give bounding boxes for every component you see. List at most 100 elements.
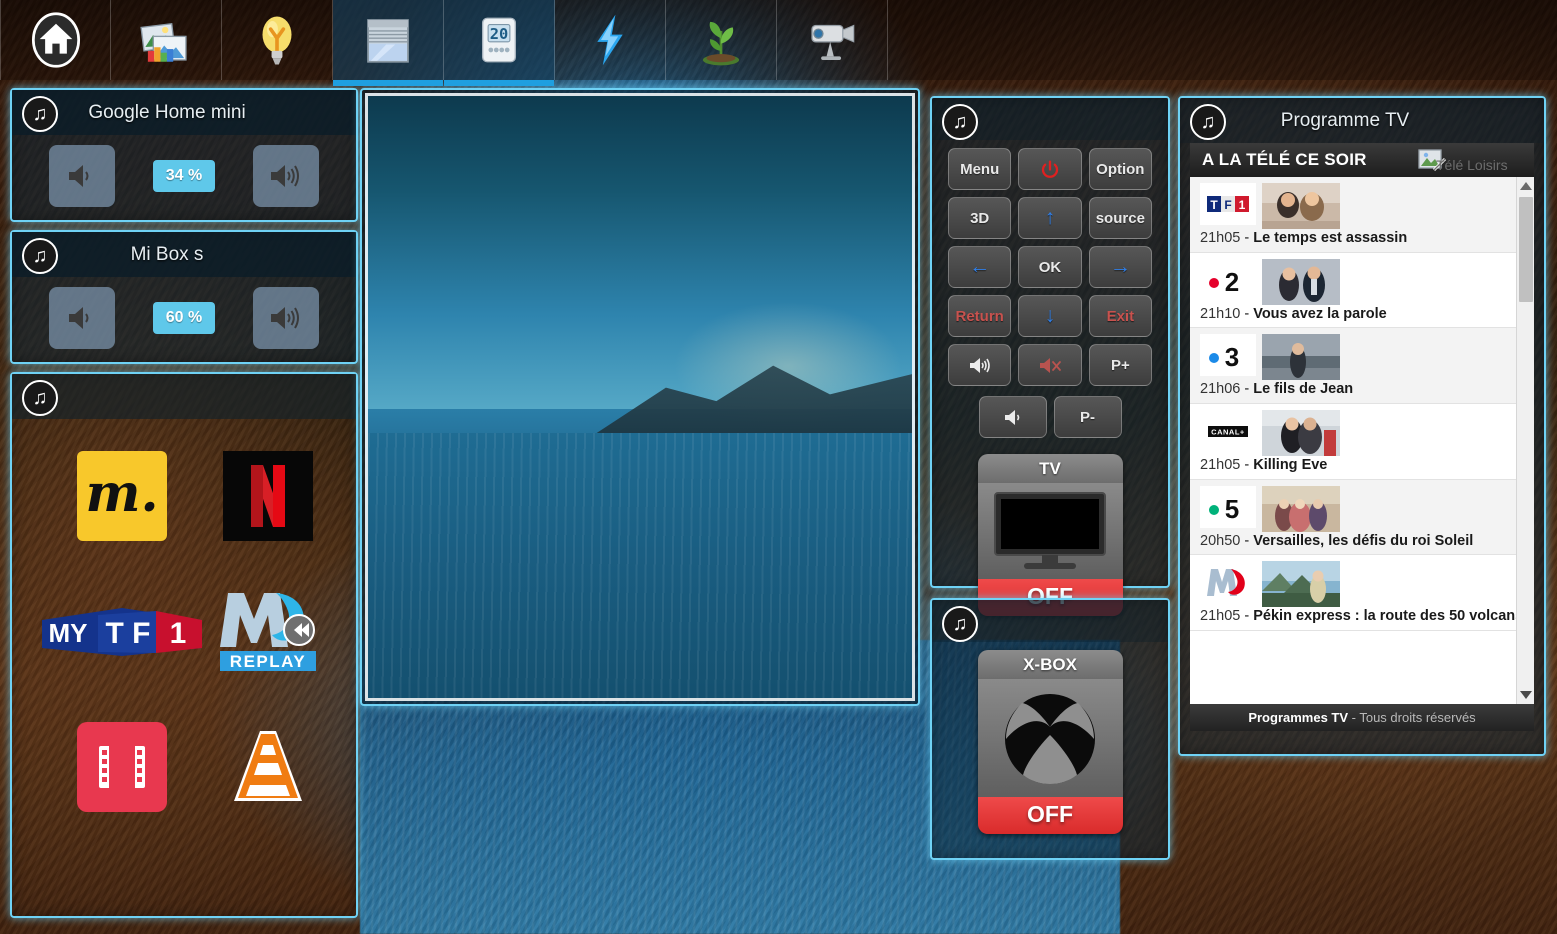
volume-up-button[interactable] xyxy=(253,145,320,207)
music-note-icon: ♫ xyxy=(22,96,58,132)
mute-icon xyxy=(1039,357,1061,373)
tv-guide-program-list[interactable]: T F 1 21h05 - Le temps est assassin 2 21… xyxy=(1190,177,1534,704)
volume-down-button[interactable] xyxy=(48,287,115,349)
france3-logo: 3 xyxy=(1200,334,1256,377)
volume-value-badge[interactable]: 60 % xyxy=(152,302,216,334)
speaker-title: Mi Box s xyxy=(130,243,204,265)
remote-button-grid: Menu Option 3D ↑ source ← OK → Return ↓ … xyxy=(932,140,1168,396)
arrow-up-button[interactable]: ↑ xyxy=(1018,197,1082,239)
program-title: Le fils de Jean xyxy=(1253,381,1354,398)
xbox-icon xyxy=(1005,694,1095,784)
program-line: 21h10 - Vous avez la parole xyxy=(1200,306,1524,323)
app-netflix[interactable] xyxy=(223,451,313,541)
plant-icon xyxy=(702,21,740,66)
nav-item-energy[interactable] xyxy=(555,0,666,80)
tv-guide-list-header-label: A LA TÉLÉ CE SOIR xyxy=(1202,150,1367,169)
scrollbar-thumb[interactable] xyxy=(1519,197,1533,302)
nav-item-heating[interactable]: 20 xyxy=(444,0,555,86)
nav-item-lighting[interactable] xyxy=(222,0,333,80)
program-row[interactable]: 5 20h50 - Versailles, les défis du roi S… xyxy=(1190,479,1534,556)
source-button[interactable]: source xyxy=(1088,197,1152,239)
channel-up-button[interactable]: P+ xyxy=(1088,344,1152,386)
m6-logo xyxy=(1200,561,1256,604)
arrow-left-button[interactable]: ← xyxy=(948,246,1012,288)
app-m6-replay[interactable]: REPLAY xyxy=(214,585,322,677)
speaker-title: Google Home mini xyxy=(88,101,246,123)
program-row[interactable]: T F 1 21h05 - Le temps est assassin xyxy=(1190,177,1534,253)
app-molotov[interactable]: m. xyxy=(77,451,167,541)
menu-button[interactable]: Menu xyxy=(948,148,1012,190)
svg-text:1: 1 xyxy=(1239,198,1246,212)
channel-down-button[interactable]: P- xyxy=(1053,396,1122,438)
remote-panel-header: ♫ xyxy=(932,98,1168,140)
program-line: 21h05 - Killing Eve xyxy=(1200,457,1524,474)
volume-controls: 60 % xyxy=(12,277,356,365)
nav-item-shutters[interactable] xyxy=(333,0,444,86)
scroll-down-arrow-icon[interactable] xyxy=(1520,691,1532,699)
home-icon xyxy=(31,12,80,68)
power-button[interactable] xyxy=(1018,148,1082,190)
xbox-panel: ♫ X-BOX OFF xyxy=(930,598,1170,860)
program-title: Versailles, les défis du roi Soleil xyxy=(1253,532,1474,549)
app-mytf1[interactable]: MY T F 1 xyxy=(38,604,206,658)
program-row[interactable]: CANAL+ 21h05 - Killing Eve xyxy=(1190,404,1534,480)
speaker-panel-header: ♫ Mi Box s xyxy=(12,232,356,277)
volume-down-button[interactable] xyxy=(978,396,1047,438)
nav-item-scenes[interactable] xyxy=(111,0,222,80)
arrow-down-button[interactable]: ↓ xyxy=(1018,295,1082,337)
lightbulb-icon xyxy=(262,16,292,65)
lightning-icon xyxy=(597,14,623,66)
option-button[interactable]: Option xyxy=(1088,148,1152,190)
media-viewer-panel[interactable] xyxy=(360,88,920,706)
program-separator: - xyxy=(1244,608,1250,625)
tv-guide-widget: A LA TÉLÉ CE SOIR Télé Loisirs T F 1 21h… xyxy=(1190,143,1534,731)
ok-button[interactable]: OK xyxy=(1018,246,1082,288)
power-icon xyxy=(1041,159,1059,178)
app-vlc[interactable] xyxy=(222,721,314,813)
program-title: Killing Eve xyxy=(1253,457,1328,474)
apps-panel-header: ♫ xyxy=(12,374,356,419)
program-row[interactable]: 2 21h10 - Vous avez la parole xyxy=(1190,253,1534,329)
volume-down-button[interactable] xyxy=(48,145,115,207)
return-button[interactable]: Return xyxy=(948,295,1012,337)
program-list-scrollbar[interactable] xyxy=(1516,177,1534,704)
3d-button[interactable]: 3D xyxy=(948,197,1012,239)
speaker-panel-mi-box-s: ♫ Mi Box s 60 % xyxy=(10,230,358,364)
program-separator: - xyxy=(1244,457,1250,474)
thermostat-icon: 20 xyxy=(482,17,516,63)
device-state: OFF xyxy=(977,797,1123,834)
remote-control-panel: ♫ Menu Option 3D ↑ source ← OK → Return … xyxy=(930,96,1170,616)
nav-item-cameras[interactable] xyxy=(777,0,888,80)
device-tile-tv[interactable]: TV OFF xyxy=(977,454,1123,616)
france5-logo: 5 xyxy=(1200,485,1256,528)
program-separator: - xyxy=(1244,381,1250,398)
device-tile-xbox[interactable]: X-BOX OFF xyxy=(977,650,1123,834)
brand-alt-text: Télé Loisirs xyxy=(1436,157,1508,173)
svg-text:m.: m. xyxy=(85,463,158,524)
device-title: TV xyxy=(977,454,1123,483)
volume-value-badge[interactable]: 34 % xyxy=(152,160,216,192)
svg-text:MY: MY xyxy=(49,618,88,648)
nav-item-garden[interactable] xyxy=(666,0,777,80)
scroll-up-arrow-icon[interactable] xyxy=(1520,182,1532,190)
program-time: 21h05 xyxy=(1200,608,1241,625)
volume-up-button[interactable] xyxy=(948,344,1012,386)
volume-up-button[interactable] xyxy=(253,287,320,349)
app-video-player[interactable] xyxy=(77,722,167,812)
nav-item-home[interactable] xyxy=(0,0,111,80)
remote-bottom-row: P- xyxy=(932,396,1168,450)
device-title: X-BOX xyxy=(977,650,1123,679)
svg-text:3: 3 xyxy=(1225,342,1239,372)
program-row[interactable]: 3 21h06 - Le fils de Jean xyxy=(1190,328,1534,405)
arrow-right-button[interactable]: → xyxy=(1088,246,1152,288)
svg-text:5: 5 xyxy=(1225,494,1239,524)
apps-panel: ♫ m. MY T F 1 REPLAY xyxy=(10,372,358,918)
program-time: 20h50 xyxy=(1200,532,1241,549)
program-line: 21h06 - Le fils de Jean xyxy=(1200,381,1524,398)
exit-button[interactable]: Exit xyxy=(1088,295,1152,337)
program-time: 21h05 xyxy=(1200,457,1241,474)
blinds-icon xyxy=(367,19,409,63)
program-row[interactable]: 21h05 - Pékin express : la route des 50 … xyxy=(1190,555,1534,632)
program-title: Pékin express : la route des 50 volcans xyxy=(1253,608,1524,625)
mute-button[interactable] xyxy=(1018,344,1082,386)
